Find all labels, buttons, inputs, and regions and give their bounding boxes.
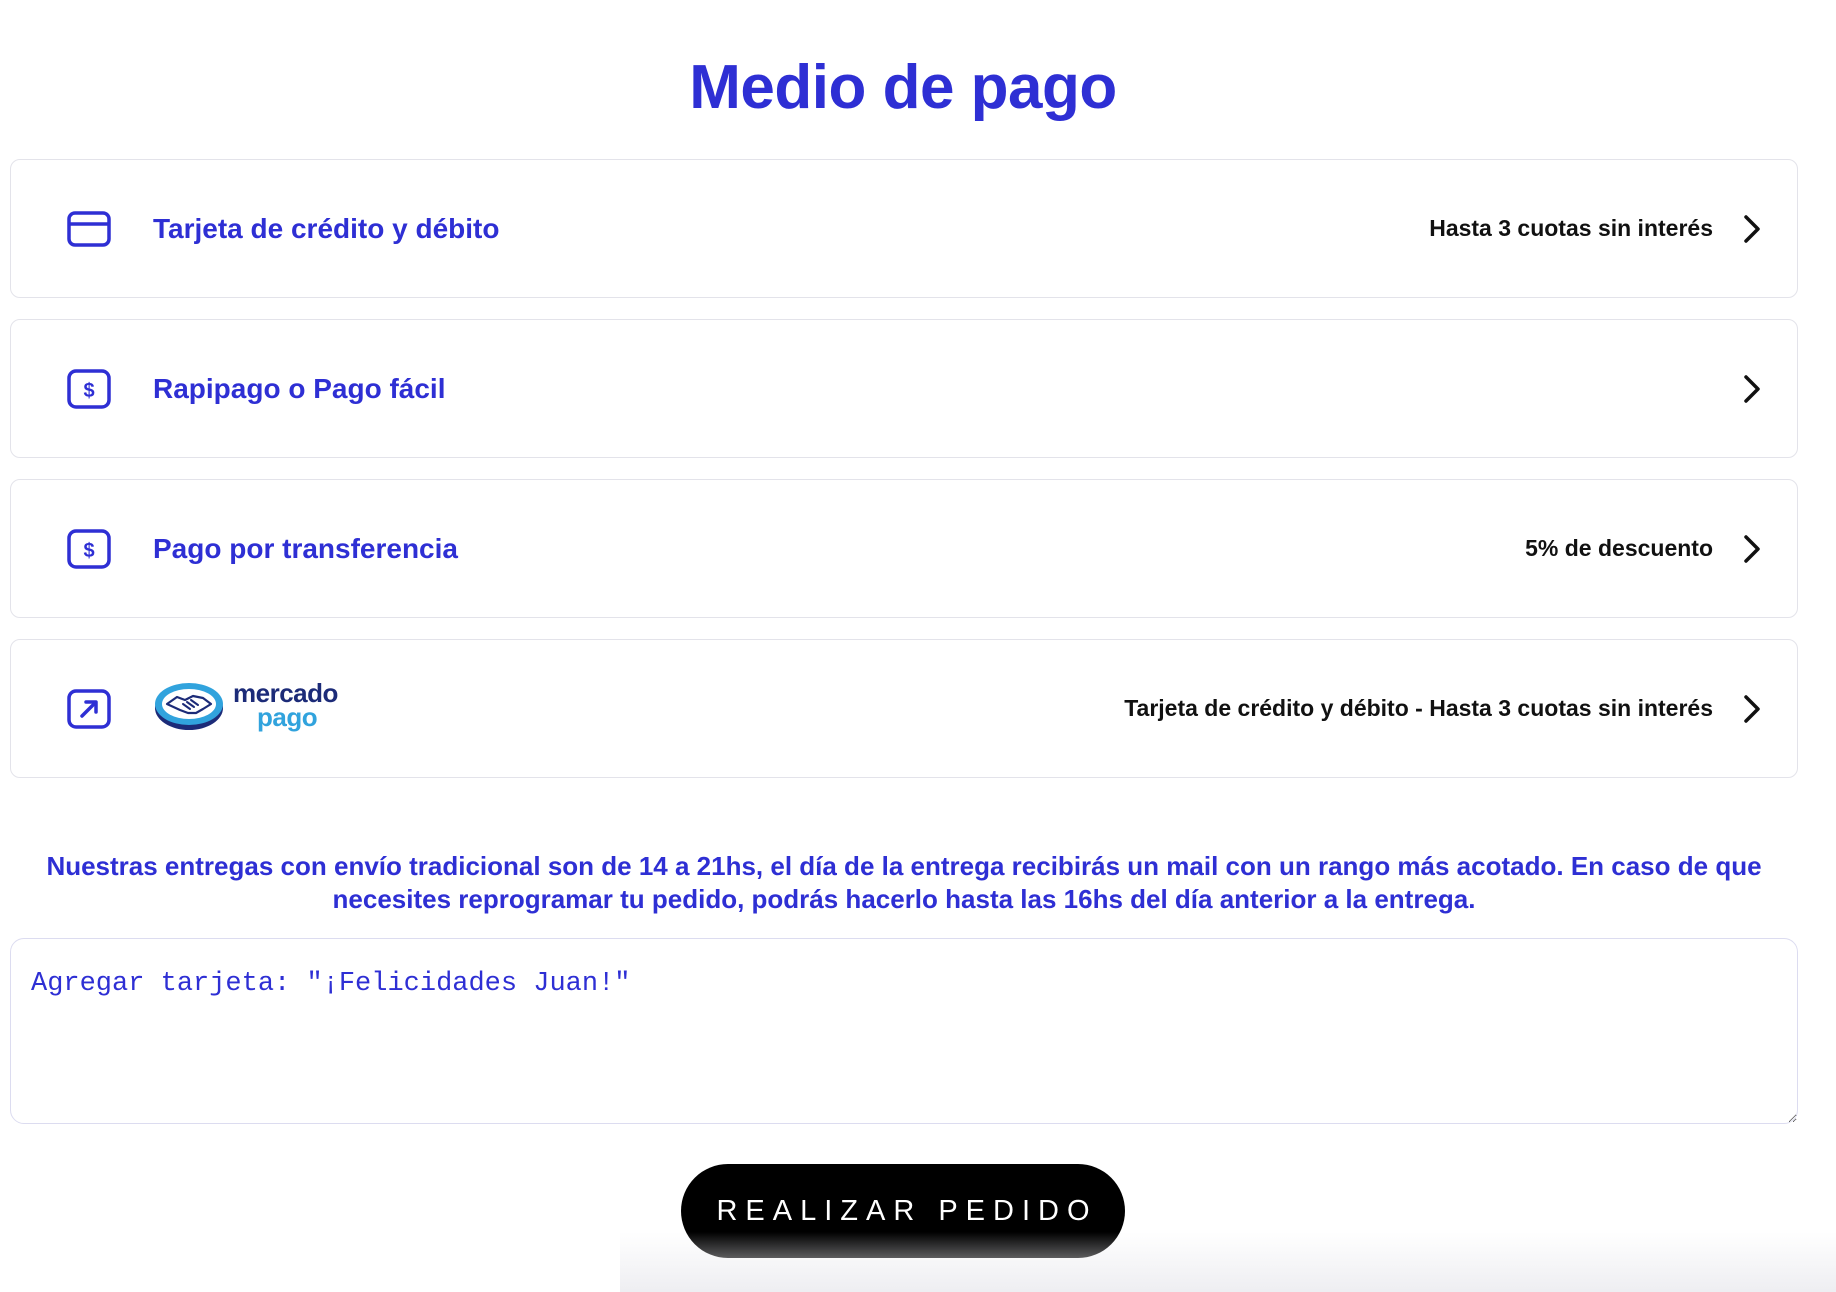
place-order-button[interactable]: REALIZAR PEDIDO bbox=[681, 1164, 1125, 1258]
chevron-right-icon bbox=[1743, 214, 1761, 244]
chevron-right-icon bbox=[1743, 374, 1761, 404]
payment-option-label: Tarjeta de crédito y débito bbox=[153, 212, 500, 244]
delivery-info-text: Nuestras entregas con envío tradicional … bbox=[46, 851, 1762, 914]
chevron-right-icon bbox=[1743, 694, 1761, 724]
handshake-icon bbox=[153, 680, 225, 737]
mercadopago-logo: mercado pago bbox=[153, 680, 338, 737]
dollar-square-icon: $ bbox=[67, 527, 111, 571]
chevron-right-icon bbox=[1743, 534, 1761, 564]
dollar-square-icon: $ bbox=[67, 367, 111, 411]
svg-text:$: $ bbox=[83, 540, 94, 562]
mercadopago-word-pago: pago bbox=[257, 701, 318, 732]
payment-option-label: Pago por transferencia bbox=[153, 532, 458, 564]
svg-text:$: $ bbox=[83, 380, 94, 402]
payment-option-rapipago[interactable]: $ Rapipago o Pago fácil bbox=[10, 319, 1798, 458]
payment-option-note: 5% de descuento bbox=[1525, 535, 1713, 561]
payment-option-transfer[interactable]: $ Pago por transferencia 5% de descuento bbox=[10, 479, 1798, 618]
payment-option-label: Rapipago o Pago fácil bbox=[153, 372, 446, 404]
payment-methods-list: Tarjeta de crédito y débito Hasta 3 cuot… bbox=[10, 159, 1798, 799]
payment-option-mercadopago[interactable]: mercado pago Tarjeta de crédito y débito… bbox=[10, 639, 1798, 778]
credit-card-icon bbox=[67, 207, 111, 251]
payment-option-note: Tarjeta de crédito y débito - Hasta 3 cu… bbox=[1124, 695, 1713, 721]
page-title: Medio de pago bbox=[689, 53, 1117, 122]
card-message-textarea[interactable] bbox=[10, 938, 1798, 1124]
external-link-arrow-icon bbox=[67, 687, 111, 731]
payment-option-note: Hasta 3 cuotas sin interés bbox=[1429, 215, 1713, 241]
payment-option-card[interactable]: Tarjeta de crédito y débito Hasta 3 cuot… bbox=[10, 159, 1798, 298]
